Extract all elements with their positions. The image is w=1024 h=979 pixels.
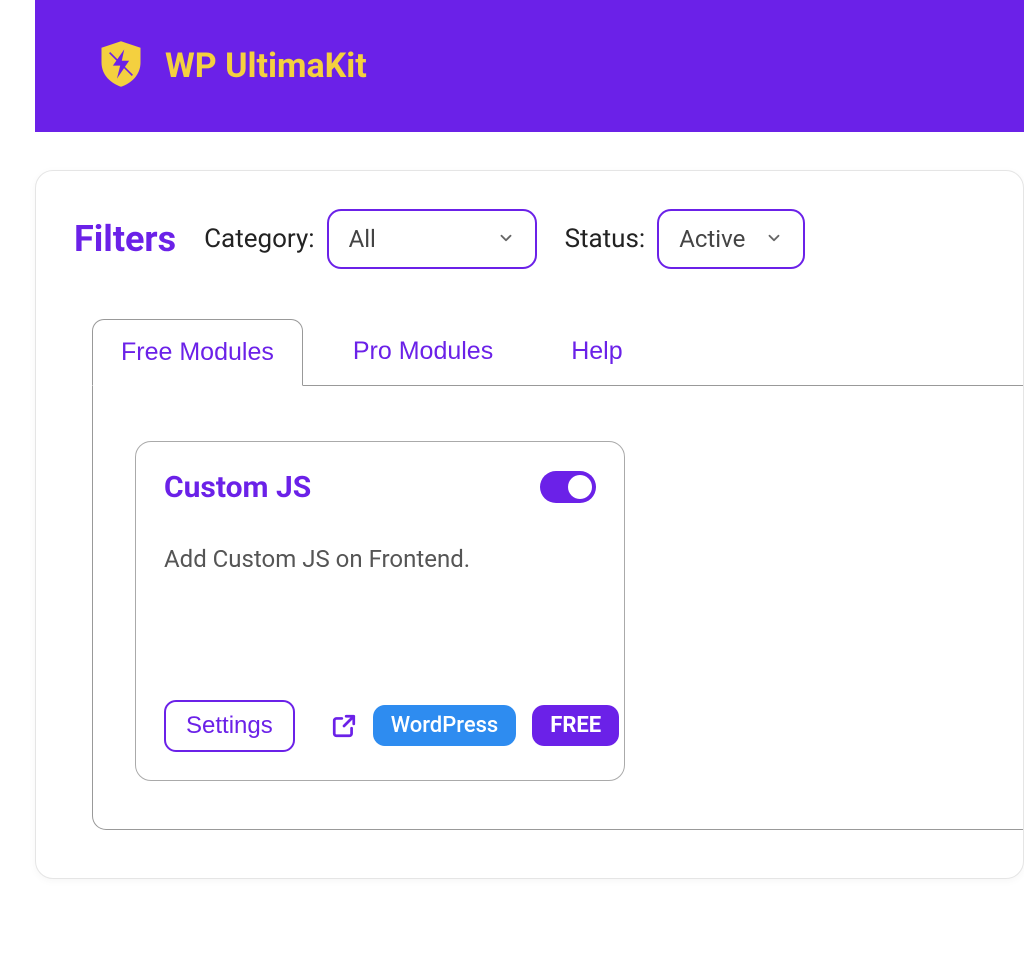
status-select-value: Active bbox=[679, 225, 745, 253]
chevron-down-icon bbox=[497, 225, 515, 253]
category-select-value: All bbox=[349, 225, 376, 253]
module-enable-toggle[interactable] bbox=[540, 471, 596, 503]
tab-pro-modules[interactable]: Pro Modules bbox=[325, 319, 521, 385]
toggle-knob bbox=[568, 475, 592, 499]
app-title: WP UltimaKit bbox=[165, 46, 367, 86]
tab-help[interactable]: Help bbox=[543, 319, 650, 385]
status-select[interactable]: Active bbox=[657, 209, 805, 269]
module-card-header: Custom JS bbox=[164, 470, 596, 505]
tab-free-modules[interactable]: Free Modules bbox=[92, 319, 303, 386]
tier-badge: FREE bbox=[532, 705, 619, 746]
status-label: Status: bbox=[565, 224, 646, 254]
tab-panel-free-modules: Custom JS Add Custom JS on Frontend. Set… bbox=[92, 386, 1023, 830]
module-description: Add Custom JS on Frontend. bbox=[164, 545, 596, 660]
category-filter-group: Category: All bbox=[204, 209, 536, 269]
category-select[interactable]: All bbox=[327, 209, 537, 269]
shield-bolt-icon bbox=[95, 38, 147, 94]
chevron-down-icon bbox=[765, 225, 783, 253]
category-label: Category: bbox=[204, 224, 314, 254]
main-panel: Filters Category: All Status: Active Fre… bbox=[35, 170, 1024, 879]
platform-badge: WordPress bbox=[373, 705, 517, 746]
module-card-custom-js: Custom JS Add Custom JS on Frontend. Set… bbox=[135, 441, 625, 781]
status-filter-group: Status: Active bbox=[565, 209, 806, 269]
settings-button[interactable]: Settings bbox=[164, 700, 295, 752]
filters-heading: Filters bbox=[74, 218, 176, 260]
external-link-icon[interactable] bbox=[331, 713, 357, 739]
tabs-nav: Free Modules Pro Modules Help bbox=[92, 319, 1023, 386]
module-title: Custom JS bbox=[164, 470, 311, 505]
module-card-footer: Settings WordPress FREE bbox=[164, 700, 596, 752]
app-header: WP UltimaKit bbox=[35, 0, 1024, 132]
filters-bar: Filters Category: All Status: Active bbox=[74, 209, 1023, 269]
